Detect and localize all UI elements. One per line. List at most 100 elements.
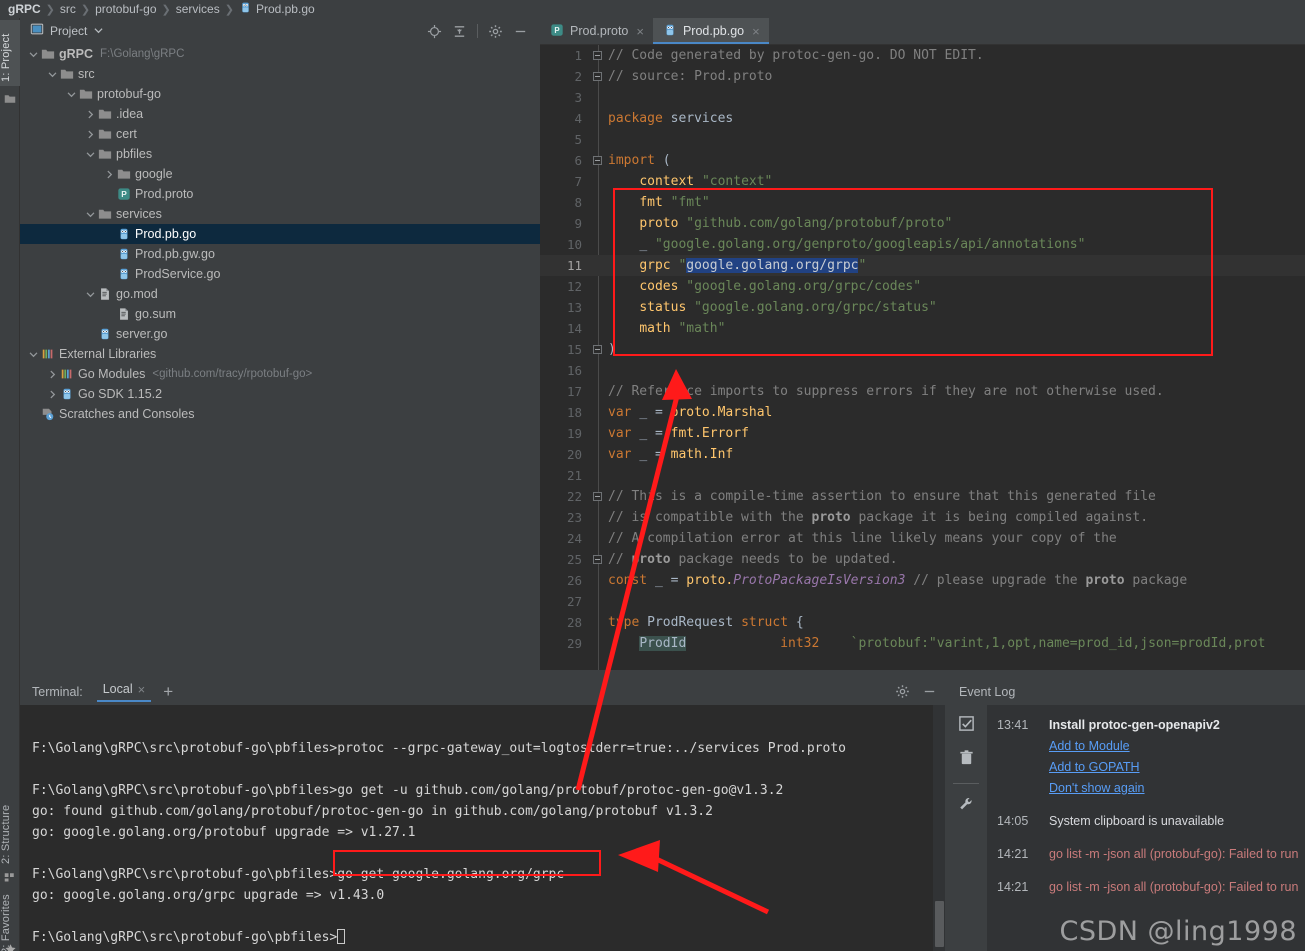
fold-marker[interactable] <box>593 345 602 354</box>
tree-item-external-libraries[interactable]: External Libraries <box>20 344 540 364</box>
no-arrow-spacer <box>104 229 115 240</box>
sidebar-item-structure[interactable]: 2: Structure <box>0 790 20 868</box>
tree-item-idea[interactable]: .idea <box>20 104 540 124</box>
tree-item-pbfiles[interactable]: pbfiles <box>20 144 540 164</box>
tree-item-services[interactable]: services <box>20 204 540 224</box>
terminal-output[interactable]: F:\Golang\gRPC\src\protobuf-go\pbfiles>p… <box>20 705 945 951</box>
chevron-down-icon[interactable] <box>85 149 96 160</box>
settings-wrench-icon[interactable] <box>958 796 975 818</box>
event-link-add-to-gopath[interactable]: Add to GOPATH <box>1049 760 1140 774</box>
fold-marker[interactable] <box>593 156 602 165</box>
chevron-right-icon[interactable] <box>104 169 115 180</box>
import-path: "fmt" <box>671 195 710 210</box>
chevron-down-icon[interactable] <box>66 89 77 100</box>
tree-item-go-mod[interactable]: go.mod <box>20 284 540 304</box>
event-link-don-t-show-again[interactable]: Don't show again <box>1049 781 1145 795</box>
import-alias: codes <box>639 279 678 294</box>
tree-item-google[interactable]: google <box>20 164 540 184</box>
tree-item-scratches-and-consoles[interactable]: Scratches and Consoles <box>20 404 540 424</box>
code-line: 16 <box>540 360 1305 381</box>
breadcrumb-item-0[interactable]: gRPC <box>8 2 41 16</box>
collapse-all-icon[interactable] <box>452 24 467 39</box>
event-time: 13:41 <box>997 715 1049 736</box>
close-icon[interactable]: × <box>752 24 760 39</box>
event-log-list[interactable]: 13:41Install protoc-gen-openapiv2 Add to … <box>987 705 1305 951</box>
code-view[interactable]: 1 // Code generated by protoc-gen-go. DO… <box>540 45 1305 670</box>
event-log-entry[interactable]: 14:05System clipboard is unavailable <box>987 811 1305 832</box>
code-line: 18 var _ = proto.Marshal <box>540 402 1305 423</box>
breadcrumb-item-3[interactable]: services <box>176 2 220 16</box>
add-terminal-button[interactable]: + <box>163 683 173 700</box>
event-log-entry[interactable]: 14:21go list -m -json all (protobuf-go):… <box>987 877 1305 898</box>
tree-item-go-sdk-1-15-2[interactable]: Go SDK 1.15.2 <box>20 384 540 404</box>
line-number: 23 <box>540 507 582 528</box>
tree-item-protobuf-go[interactable]: protobuf-go <box>20 84 540 104</box>
tree-item-go-sum[interactable]: go.sum <box>20 304 540 324</box>
chevron-right-icon[interactable] <box>85 109 96 120</box>
tab-prod-pb-go[interactable]: Prod.pb.go × <box>653 18 769 44</box>
chevron-down-icon[interactable] <box>47 69 58 80</box>
chevron-right-icon[interactable] <box>85 129 96 140</box>
minimize-icon[interactable] <box>922 684 937 699</box>
breadcrumb-item-4[interactable]: Prod.pb.go <box>256 2 315 16</box>
mark-read-icon[interactable] <box>958 715 975 737</box>
chevron-right-icon[interactable] <box>47 369 58 380</box>
scrollbar-thumb[interactable] <box>935 901 944 947</box>
close-icon[interactable]: × <box>138 682 146 697</box>
tree-item-go-modules[interactable]: Go Modules<github.com/tracy/rpotobuf-go> <box>20 364 540 384</box>
terminal-scrollbar[interactable] <box>933 705 945 951</box>
event-log-entry[interactable]: 14:21go list -m -json all (protobuf-go):… <box>987 844 1305 865</box>
fold-marker[interactable] <box>593 51 602 60</box>
tree-item-prodservice-go[interactable]: ProdService.go <box>20 264 540 284</box>
terminal-tab-local[interactable]: Local × <box>97 682 151 702</box>
breadcrumb-item-2[interactable]: protobuf-go <box>95 2 156 16</box>
terminal-tab-label: Local <box>103 682 133 696</box>
fold-marker[interactable] <box>593 72 602 81</box>
close-icon[interactable]: × <box>636 24 644 39</box>
trash-icon[interactable] <box>958 749 975 771</box>
tree-item-grpc[interactable]: gRPCF:\Golang\gRPC <box>20 44 540 64</box>
sidebar-item-project[interactable]: 1: Project <box>0 20 20 86</box>
fold-marker[interactable] <box>593 555 602 564</box>
chevron-right-icon[interactable] <box>47 389 58 400</box>
chevron-down-icon[interactable] <box>85 289 96 300</box>
sidebar-item-favorites[interactable]: 2: Favorites <box>0 886 20 951</box>
locate-icon[interactable] <box>427 24 442 39</box>
comment-emphasis: proto <box>812 510 851 525</box>
line-number: 12 <box>540 276 582 297</box>
fold-marker[interactable] <box>593 492 602 501</box>
folder-icon <box>117 167 131 181</box>
tree-item-src[interactable]: src <box>20 64 540 84</box>
gear-icon[interactable] <box>488 24 503 39</box>
line-text: // proto package needs to be updated. <box>608 549 898 570</box>
selected-text[interactable]: google.golang.org/grpc <box>686 258 858 273</box>
chevron-down-icon[interactable] <box>94 22 103 40</box>
minimize-icon[interactable] <box>513 24 528 39</box>
code-line: 19 var _ = fmt.Errorf <box>540 423 1305 444</box>
tree-item-prod-pb-go[interactable]: Prod.pb.go <box>20 224 540 244</box>
chevron-down-icon[interactable] <box>28 49 39 60</box>
tree-item-prod-proto[interactable]: PProd.proto <box>20 184 540 204</box>
tree-item-subtext: F:\Golang\gRPC <box>100 48 184 60</box>
breadcrumb-item-1[interactable]: src <box>60 2 76 16</box>
toolbar-divider <box>953 783 979 784</box>
terminal-line <box>32 843 945 864</box>
project-tree[interactable]: gRPCF:\Golang\gRPCsrcprotobuf-go.ideacer… <box>20 44 540 670</box>
no-arrow-spacer <box>104 249 115 260</box>
tree-item-label: External Libraries <box>59 347 156 361</box>
event-message: System clipboard is unavailable <box>1049 811 1224 832</box>
struct-field-name: ProdId <box>639 636 686 651</box>
tree-item-cert[interactable]: cert <box>20 124 540 144</box>
line-number: 6 <box>540 150 582 171</box>
chevron-down-icon[interactable] <box>28 349 39 360</box>
project-view-icon <box>30 22 44 41</box>
tree-item-server-go[interactable]: server.go <box>20 324 540 344</box>
chevron-down-icon[interactable] <box>85 209 96 220</box>
tab-prod-proto[interactable]: P Prod.proto × <box>540 18 653 44</box>
event-log-entry[interactable]: 13:41Install protoc-gen-openapiv2 <box>987 715 1305 736</box>
quote: " <box>858 258 866 273</box>
tree-item-prod-pb-gw-go[interactable]: Prod.pb.gw.go <box>20 244 540 264</box>
gear-icon[interactable] <box>895 684 910 699</box>
fold-marker[interactable] <box>593 618 602 627</box>
event-link-add-to-module[interactable]: Add to Module <box>1049 739 1130 753</box>
